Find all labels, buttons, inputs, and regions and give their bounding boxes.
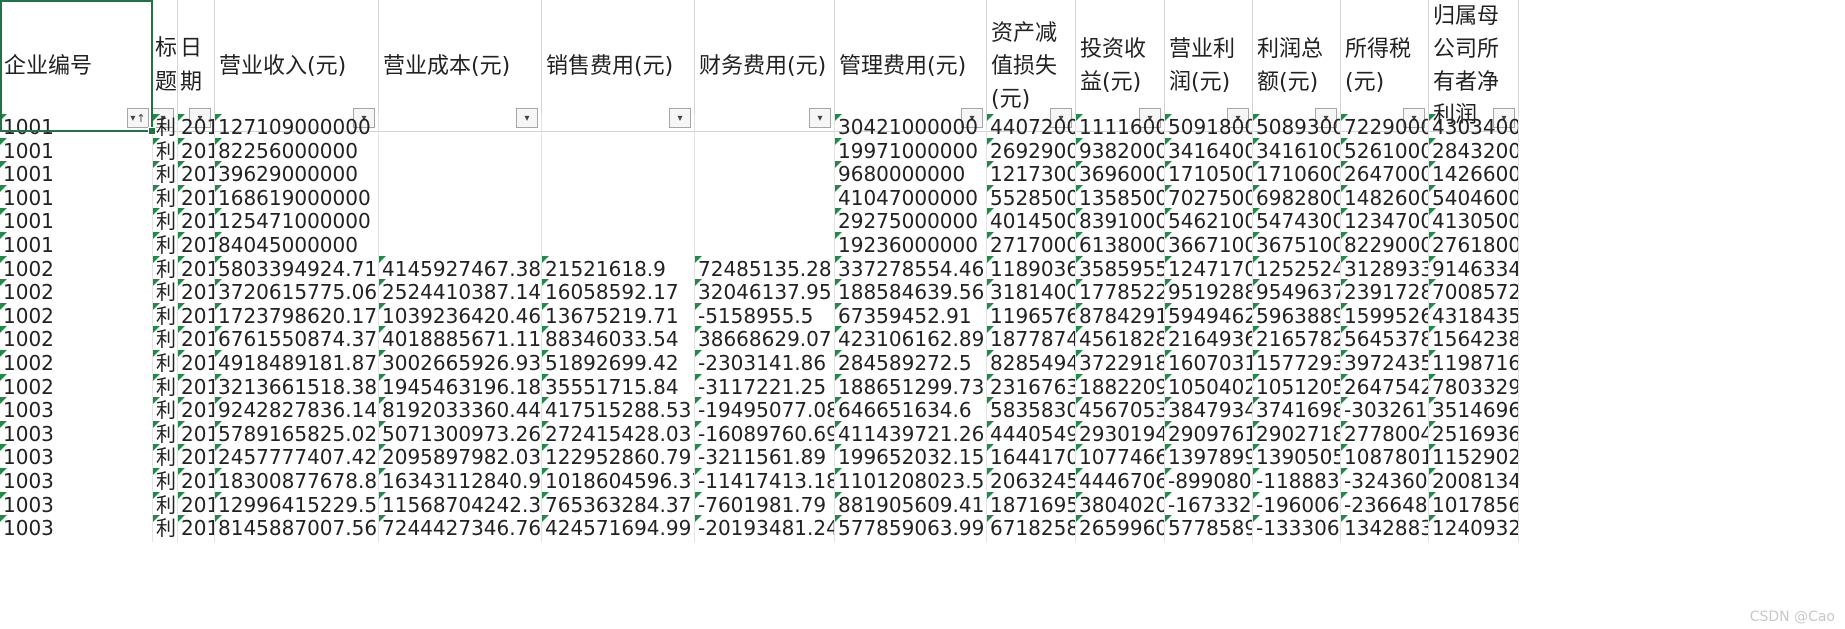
column-12: 利润总额(元)▾50893000003416100000171060000069… (1253, 0, 1341, 629)
table-cell[interactable]: -20193481.24 (695, 515, 835, 543)
table-cell[interactable]: 13428831 (1341, 515, 1429, 543)
column-header[interactable]: 营业收入(元) ▾ (215, 0, 379, 132)
column-header[interactable]: 资产减值损失(元) ▾ (987, 0, 1076, 132)
column-1: 企业编号 ▾ ↑ 1001 1001 1001 1001 1001 1001 1002 1002 10… (0, 0, 153, 629)
table-cell[interactable]: 1003 (0, 515, 153, 543)
column-4: 营业收入(元) ▾ 127109000000 82256000000 396290000… (215, 0, 379, 629)
column-8: 管理费用(元) ▾ 30421000000 19971000000 9680000000… (835, 0, 987, 629)
spreadsheet-grid: 企业编号 ▾ ↑ 1001 1001 1001 1001 1001 1001 1002 1002 10… (0, 0, 1845, 629)
fill-handle[interactable] (148, 127, 156, 135)
column-2: 标题▾利润利润利润利润利润利润利润利润利润利润利润利润利润利润利润利润利润利润 (152, 0, 178, 629)
column-7: 财务费用(元) ▾ 72485135.28 32046137.95 -5158955.5… (695, 0, 835, 629)
table-cell[interactable]: 5778589.2 (1165, 515, 1253, 543)
column-header[interactable]: 标题 ▾ (152, 0, 178, 132)
table-cell[interactable]: 利润 (153, 515, 178, 543)
column-5: 营业成本(元) ▾ 4145927467.38 2524410387.14 103923… (379, 0, 542, 629)
column-11: 营业利润(元)▾50918000003416400000171050000070… (1165, 0, 1253, 629)
column-header[interactable]: 所得税(元) ▾ (1341, 0, 1429, 132)
table-cell[interactable]: 577859063.99 (835, 515, 987, 543)
column-header[interactable]: 企业编号 ▾ ↑ (0, 0, 153, 132)
column-header[interactable]: 管理费用(元) ▾ (835, 0, 987, 132)
table-cell[interactable]: 8145887007.56 (215, 515, 379, 543)
column-header[interactable]: 日期 ▾ (178, 0, 215, 132)
column-header[interactable]: 营业利润(元) ▾ (1165, 0, 1253, 132)
table-cell[interactable]: -133306.4 (1253, 515, 1341, 543)
column-header[interactable]: 营业成本(元) ▾ (379, 0, 542, 132)
table-cell[interactable]: 7244427346.76 (379, 515, 542, 543)
column-10: 投资收益(元)▾11116000009382000003696000001358… (1076, 0, 1165, 629)
column-3: 日期▾2018201820182017201720172018201820182… (178, 0, 215, 629)
table-cell[interactable]: 2017 (178, 515, 215, 543)
column-9: 资产减值损失(元)▾440720000026929000001217300000… (987, 0, 1076, 629)
column-6: 销售费用(元) ▾ 21521618.9 16058592.17 13675219.71… (542, 0, 695, 629)
column-header[interactable]: 利润总额(元) ▾ (1253, 0, 1341, 132)
table-cell[interactable]: 424571694.99 (542, 515, 695, 543)
column-header[interactable]: 财务费用(元) ▾ (695, 0, 835, 132)
column-header[interactable]: 销售费用(元) ▾ (542, 0, 695, 132)
table-cell[interactable]: 67182583 (987, 515, 1076, 543)
column-13: 所得税(元)▾722900000052610000002647000000148… (1341, 0, 1429, 629)
table-cell[interactable]: 26599602 (1076, 515, 1165, 543)
column-header[interactable]: 归属母公司所有者净利润(元)▾ (1429, 0, 1519, 132)
table-cell[interactable]: 124093266 (1429, 515, 1519, 543)
column-header[interactable]: 投资收益(元) ▾ (1076, 0, 1165, 132)
watermark: CSDN @Cao (1749, 609, 1835, 625)
column-14: 归属母公司所有者净利润(元)▾4303400000028432000000142… (1429, 0, 1519, 629)
